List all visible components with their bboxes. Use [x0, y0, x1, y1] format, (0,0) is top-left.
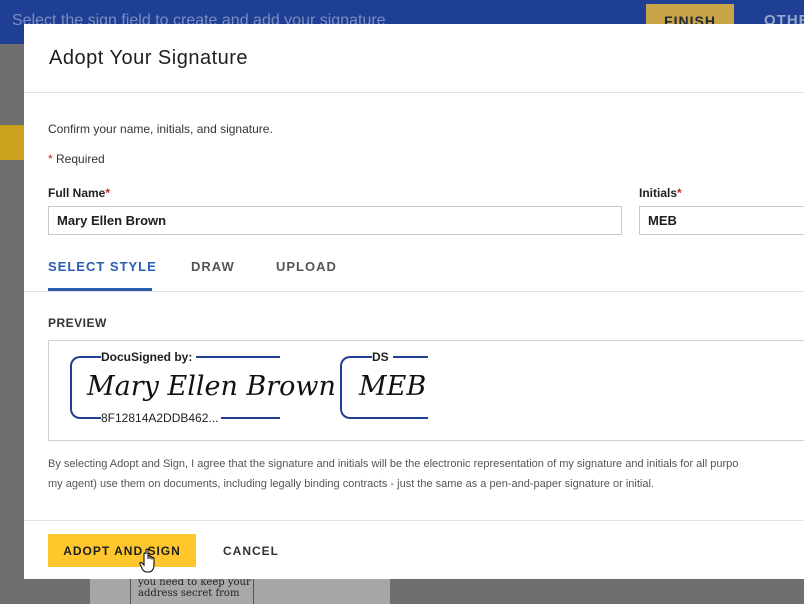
- hand-pointer-cursor-icon: [139, 548, 155, 573]
- document-text-line: address secret from: [138, 588, 240, 599]
- full-name-label-text: Full Name: [48, 186, 106, 200]
- initials-label: Initials*: [639, 186, 682, 200]
- divider: [24, 92, 804, 93]
- required-star: *: [677, 186, 682, 200]
- required-star: *: [105, 186, 111, 200]
- divider: [24, 291, 804, 292]
- signature-id: 8F12814A2DDB462...: [101, 411, 222, 425]
- initials-label-text: Initials: [639, 186, 678, 200]
- initials-caption: DS: [372, 350, 393, 364]
- adopt-signature-dialog: Adopt Your Signature Confirm your name, …: [24, 24, 804, 579]
- preview-label: PREVIEW: [48, 316, 107, 330]
- dialog-title: Adopt Your Signature: [49, 47, 249, 69]
- tab-select-style[interactable]: SELECT STYLE: [48, 259, 157, 274]
- adopt-and-sign-button[interactable]: ADOPT AND SIGN: [48, 534, 196, 567]
- signature-caption: DocuSigned by:: [101, 350, 197, 364]
- background-sign-tag: [0, 125, 24, 160]
- legal-disclaimer: By selecting Adopt and Sign, I agree tha…: [48, 454, 804, 494]
- disclaimer-line: By selecting Adopt and Sign, I agree tha…: [48, 458, 739, 470]
- full-name-label: Full Name*: [48, 186, 110, 200]
- initials-input[interactable]: [639, 206, 804, 235]
- full-name-input[interactable]: [48, 206, 622, 235]
- required-text: Required: [56, 152, 105, 166]
- tab-upload[interactable]: UPLOAD: [276, 259, 337, 274]
- signature-handwriting: Mary Ellen Brown: [87, 371, 336, 402]
- cancel-button[interactable]: CANCEL: [217, 534, 285, 567]
- confirm-instructions: Confirm your name, initials, and signatu…: [48, 122, 273, 136]
- required-star: *: [48, 152, 53, 166]
- divider: [24, 520, 804, 521]
- disclaimer-line: my agent) use them on documents, includi…: [48, 478, 654, 490]
- signature-preview-box[interactable]: DocuSigned by: Mary Ellen Brown 8F12814A…: [48, 340, 804, 441]
- initials-handwriting: MEB: [359, 371, 427, 402]
- required-note: * Required: [48, 152, 105, 166]
- tab-draw[interactable]: DRAW: [191, 259, 235, 274]
